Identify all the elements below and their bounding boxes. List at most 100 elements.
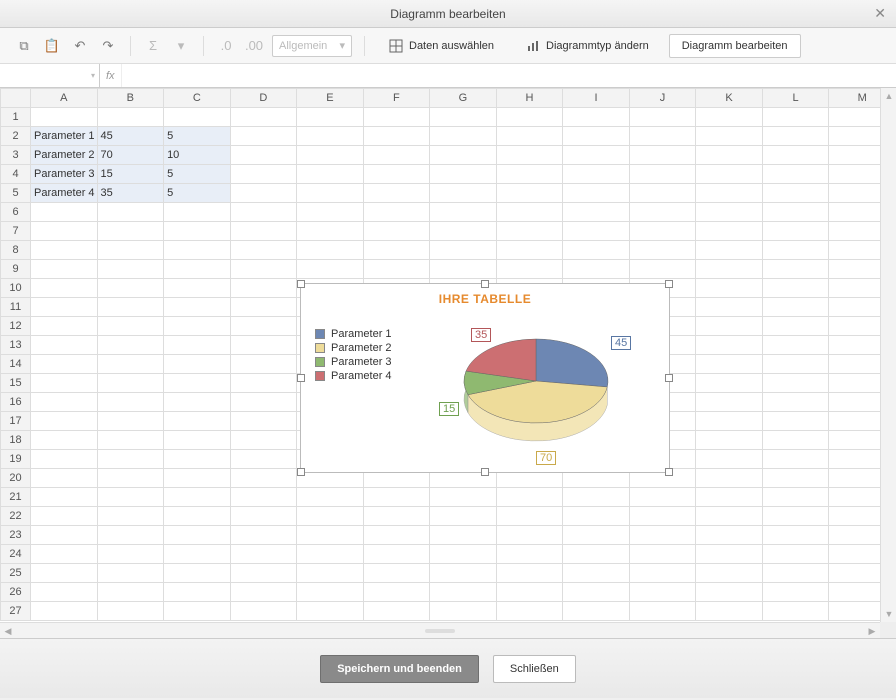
cell[interactable] — [496, 165, 563, 184]
cell[interactable] — [563, 241, 630, 260]
cell[interactable]: 5 — [164, 127, 231, 146]
cell[interactable] — [31, 545, 98, 564]
cell[interactable] — [762, 203, 829, 222]
cell[interactable] — [430, 108, 497, 127]
resize-handle[interactable] — [297, 280, 305, 288]
cell[interactable] — [696, 355, 763, 374]
cell[interactable] — [430, 165, 497, 184]
cell[interactable] — [496, 602, 563, 621]
cell[interactable] — [31, 469, 98, 488]
column-header[interactable]: E — [297, 89, 364, 108]
cell[interactable] — [164, 203, 231, 222]
cell[interactable] — [363, 146, 430, 165]
resize-handle[interactable] — [297, 468, 305, 476]
cell[interactable] — [430, 507, 497, 526]
formula-input[interactable] — [121, 64, 896, 87]
cell[interactable] — [629, 222, 696, 241]
cell[interactable] — [230, 279, 297, 298]
cell[interactable] — [762, 488, 829, 507]
column-header[interactable]: F — [363, 89, 430, 108]
scroll-right-icon[interactable]: ▶ — [864, 623, 880, 638]
cell[interactable] — [297, 108, 364, 127]
row-header[interactable]: 20 — [1, 469, 31, 488]
row-header[interactable]: 25 — [1, 564, 31, 583]
row-header[interactable]: 5 — [1, 184, 31, 203]
cell[interactable] — [97, 374, 164, 393]
cell[interactable] — [297, 260, 364, 279]
cell[interactable] — [31, 317, 98, 336]
cell[interactable] — [230, 507, 297, 526]
cell[interactable] — [496, 260, 563, 279]
row-header[interactable]: 16 — [1, 393, 31, 412]
cell[interactable] — [31, 583, 98, 602]
close-button[interactable]: Schließen — [493, 655, 576, 683]
cell[interactable] — [31, 374, 98, 393]
cell[interactable] — [230, 450, 297, 469]
column-header[interactable]: H — [496, 89, 563, 108]
scroll-left-icon[interactable]: ◀ — [0, 623, 16, 638]
row-header[interactable]: 1 — [1, 108, 31, 127]
cell[interactable] — [696, 298, 763, 317]
cell[interactable] — [164, 469, 231, 488]
cell[interactable] — [762, 564, 829, 583]
cell[interactable] — [762, 507, 829, 526]
cell[interactable] — [297, 165, 364, 184]
cell[interactable] — [629, 564, 696, 583]
cell[interactable] — [696, 469, 763, 488]
cell[interactable] — [696, 393, 763, 412]
edit-chart-button[interactable]: Diagramm bearbeiten — [669, 34, 801, 58]
cell[interactable] — [164, 488, 231, 507]
cell[interactable]: 5 — [164, 165, 231, 184]
cell[interactable] — [230, 602, 297, 621]
cell[interactable] — [363, 602, 430, 621]
cell[interactable] — [97, 298, 164, 317]
cell[interactable] — [762, 412, 829, 431]
cell[interactable]: 15 — [97, 165, 164, 184]
row-header[interactable]: 17 — [1, 412, 31, 431]
cell[interactable] — [230, 393, 297, 412]
cell[interactable] — [696, 431, 763, 450]
cell[interactable] — [97, 488, 164, 507]
column-header[interactable]: L — [762, 89, 829, 108]
cell[interactable] — [31, 564, 98, 583]
cell[interactable] — [762, 469, 829, 488]
row-header[interactable]: 4 — [1, 165, 31, 184]
cell[interactable] — [297, 184, 364, 203]
cell[interactable] — [31, 431, 98, 450]
cell[interactable] — [164, 241, 231, 260]
cell[interactable] — [97, 355, 164, 374]
cell[interactable] — [629, 241, 696, 260]
row-header[interactable]: 24 — [1, 545, 31, 564]
cell[interactable] — [696, 374, 763, 393]
cell[interactable] — [496, 583, 563, 602]
cell[interactable] — [164, 374, 231, 393]
row-header[interactable]: 12 — [1, 317, 31, 336]
cell[interactable] — [31, 488, 98, 507]
cell[interactable] — [97, 507, 164, 526]
cell[interactable] — [97, 450, 164, 469]
row-header[interactable]: 15 — [1, 374, 31, 393]
cell[interactable] — [762, 184, 829, 203]
cell[interactable] — [430, 564, 497, 583]
cell[interactable] — [696, 279, 763, 298]
cell[interactable] — [563, 127, 630, 146]
cell[interactable]: 45 — [97, 127, 164, 146]
cell[interactable] — [563, 507, 630, 526]
cell[interactable] — [230, 355, 297, 374]
cell[interactable] — [430, 184, 497, 203]
horizontal-scrollbar[interactable]: ◀ ▶ — [0, 622, 880, 638]
cell[interactable] — [563, 184, 630, 203]
cell[interactable] — [164, 108, 231, 127]
cell[interactable] — [563, 526, 630, 545]
redo-icon[interactable]: ↷ — [98, 36, 118, 56]
cell[interactable] — [696, 260, 763, 279]
column-header[interactable]: C — [164, 89, 231, 108]
cell[interactable] — [563, 545, 630, 564]
cell[interactable] — [496, 564, 563, 583]
cell[interactable] — [97, 469, 164, 488]
cell[interactable] — [97, 526, 164, 545]
select-data-button[interactable]: Daten auswählen — [377, 34, 506, 58]
cell[interactable] — [230, 583, 297, 602]
cell[interactable] — [629, 602, 696, 621]
cell[interactable] — [230, 165, 297, 184]
